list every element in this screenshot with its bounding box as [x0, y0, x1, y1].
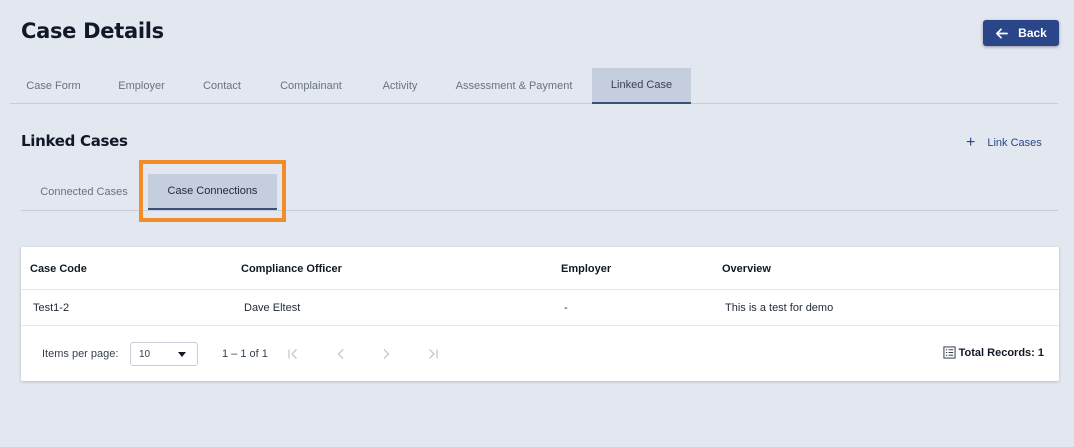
tab-complainant[interactable]: Complainant: [258, 68, 364, 104]
last-page-icon: [429, 349, 438, 359]
caret-down-icon: [178, 352, 186, 357]
first-page-button[interactable]: [280, 341, 306, 367]
first-page-icon: [288, 349, 297, 359]
cell-employer: -: [564, 302, 568, 314]
sub-tab-bar: Connected Cases Case Connections: [21, 174, 1058, 211]
arrow-left-icon: [996, 27, 1009, 39]
linked-cases-table: Case Code Compliance Officer Employer Ov…: [21, 247, 1059, 381]
tab-employer[interactable]: Employer: [97, 68, 186, 104]
column-header-employer[interactable]: Employer: [561, 263, 611, 275]
tab-case-connections[interactable]: Case Connections: [148, 174, 277, 210]
previous-page-button[interactable]: [328, 341, 354, 367]
page-range-label: 1 – 1 of 1: [222, 348, 268, 360]
tab-activity[interactable]: Activity: [364, 68, 436, 104]
back-button-label: Back: [1018, 26, 1047, 40]
main-tab-bar: Case Form Employer Contact Complainant A…: [10, 68, 1058, 104]
chevron-left-icon: [337, 349, 344, 359]
tab-label: Complainant: [280, 80, 342, 92]
link-cases-button[interactable]: + Link Cases: [966, 134, 1042, 152]
tab-label: Assessment & Payment: [455, 80, 573, 92]
column-header-overview[interactable]: Overview: [722, 263, 771, 275]
next-page-button[interactable]: [373, 341, 399, 367]
cell-compliance-officer: Dave Eltest: [244, 302, 301, 314]
items-per-page-label: Items per page:: [42, 348, 119, 360]
tab-contact[interactable]: Contact: [186, 68, 258, 104]
tab-label: Contact: [203, 80, 241, 92]
column-header-compliance-officer[interactable]: Compliance Officer: [241, 263, 342, 275]
total-records-label: Total Records: 1: [958, 346, 1044, 359]
tab-linked-case[interactable]: Linked Case: [592, 68, 691, 104]
cell-case-code: Test1-2: [33, 302, 70, 314]
total-records: Total Records: 1: [943, 346, 1044, 359]
tab-case-form[interactable]: Case Form: [10, 68, 97, 104]
page-size-value: 10: [139, 348, 151, 360]
section-title: Linked Cases: [21, 132, 128, 150]
chevron-right-icon: [383, 349, 390, 359]
tab-label: Case Connections: [167, 185, 258, 197]
tab-label: Connected Cases: [40, 186, 128, 198]
tab-label: Employer: [118, 80, 165, 92]
page-title: Case Details: [21, 19, 164, 43]
link-cases-label: Link Cases: [987, 137, 1042, 149]
tab-label: Linked Case: [610, 79, 673, 91]
back-button[interactable]: Back: [983, 20, 1059, 46]
cell-overview: This is a test for demo: [725, 302, 834, 314]
tab-label: Activity: [382, 80, 418, 92]
column-header-case-code[interactable]: Case Code: [30, 263, 87, 275]
table-header: Case Code Compliance Officer Employer Ov…: [21, 247, 1059, 290]
tab-label: Case Form: [26, 80, 81, 92]
tab-assessment-payment[interactable]: Assessment & Payment: [436, 68, 592, 104]
list-icon: [943, 346, 956, 359]
paginator: Items per page: 10 1 – 1 of 1 Total Reco…: [21, 327, 1059, 381]
table-row[interactable]: Test1-2 Dave Eltest - This is a test for…: [21, 290, 1059, 326]
plus-icon: +: [966, 134, 976, 151]
tab-connected-cases[interactable]: Connected Cases: [21, 174, 147, 210]
page-size-select[interactable]: 10: [130, 342, 198, 366]
last-page-button[interactable]: [420, 341, 446, 367]
